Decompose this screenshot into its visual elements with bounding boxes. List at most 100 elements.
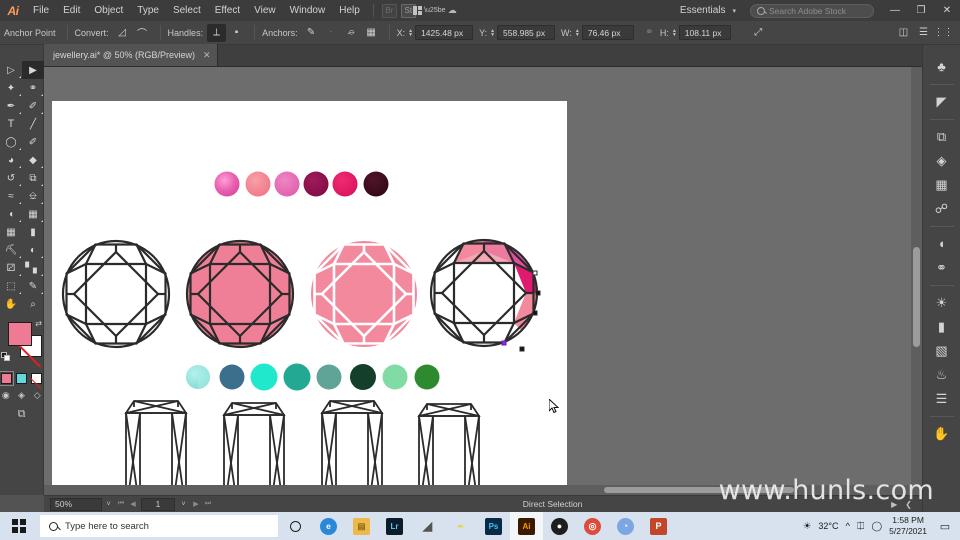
x-spinner[interactable]: ▲ ▼: [408, 28, 413, 37]
taskbar-paint[interactable]: ◓: [444, 512, 477, 540]
pen-tool[interactable]: ✒: [0, 97, 22, 115]
taskbar-browser[interactable]: ◔: [609, 512, 642, 540]
hand-tool[interactable]: ✋: [0, 295, 22, 313]
menu-object[interactable]: Object: [87, 0, 130, 21]
artboards-icon[interactable]: ▦: [928, 173, 956, 196]
draw-normal-icon[interactable]: ◉: [0, 389, 12, 401]
wifi-icon[interactable]: ◯: [872, 521, 883, 532]
direct-selection-tool[interactable]: ▶: [22, 61, 44, 79]
menu-help[interactable]: Help: [332, 0, 367, 21]
taskbar-file-explorer[interactable]: ▤: [345, 512, 378, 540]
x-value[interactable]: 1425.48 px: [415, 25, 474, 40]
menu-effect[interactable]: Effect: [208, 0, 247, 21]
action-center-icon[interactable]: ▭: [934, 512, 956, 540]
swatches-icon[interactable]: ▮: [928, 315, 956, 338]
status-next-icon[interactable]: ▶: [891, 500, 897, 509]
symbol-sprayer-tool[interactable]: ⚂: [0, 259, 22, 277]
h-spinner[interactable]: ▲ ▼: [672, 28, 677, 37]
artboard-dropdown-icon[interactable]: ˅: [177, 501, 190, 508]
taskbar-lightroom[interactable]: Lr: [378, 512, 411, 540]
transform-icon[interactable]: ⤢: [749, 24, 768, 42]
lock-aspect-ratio-icon[interactable]: ⚭: [640, 24, 659, 42]
width-tool[interactable]: ≈: [0, 187, 22, 205]
eraser-tool[interactable]: ◆: [22, 151, 44, 169]
arrange-documents-icon[interactable]: \u25be: [413, 3, 446, 19]
x-position-field[interactable]: X: ▲ ▼ 1425.48 px: [397, 25, 474, 40]
color-swatch-button[interactable]: [0, 371, 14, 386]
ellipse-tool[interactable]: ◯: [0, 133, 22, 151]
y-position-field[interactable]: Y: ▲ ▼ 558.985 px: [479, 25, 556, 40]
chevron-up-icon[interactable]: ^: [845, 521, 849, 532]
cut-path-icon[interactable]: ⌮: [342, 24, 361, 42]
workspace-switcher[interactable]: Essentials ▾: [674, 5, 742, 16]
appearance-icon[interactable]: ☀: [928, 291, 956, 314]
next-artboard-button[interactable]: ▶: [190, 500, 202, 508]
minimize-button[interactable]: —: [882, 0, 908, 21]
first-artboard-button[interactable]: ⏮: [115, 500, 127, 508]
menu-select[interactable]: Select: [166, 0, 208, 21]
bridge-icon[interactable]: Br: [381, 3, 397, 18]
canvas-area[interactable]: [44, 67, 922, 495]
gradient-tool[interactable]: ▮: [22, 223, 44, 241]
menu-file[interactable]: File: [26, 0, 56, 21]
taskbar-search-input[interactable]: Type here to search: [40, 515, 278, 537]
remove-anchor-icon[interactable]: ✎: [302, 24, 321, 42]
menu-view[interactable]: View: [247, 0, 283, 21]
free-transform-tool[interactable]: ⎒: [22, 187, 44, 205]
canvas-vertical-scrollbar[interactable]: [911, 67, 922, 495]
type-tool[interactable]: T: [0, 115, 22, 133]
mesh-tool[interactable]: ▦: [0, 223, 22, 241]
y-spinner[interactable]: ▲ ▼: [490, 28, 495, 37]
zoom-level-field[interactable]: 50%: [50, 497, 102, 511]
lasso-tool[interactable]: ⚭: [22, 79, 44, 97]
current-tool-label[interactable]: Direct Selection: [214, 499, 891, 509]
rotate-tool[interactable]: ↺: [0, 169, 22, 187]
shaper-tool[interactable]: ◕: [0, 151, 22, 169]
taskbar-photoshop[interactable]: Ps: [477, 512, 510, 540]
draw-inside-icon[interactable]: ◇: [31, 389, 43, 401]
connect-anchors-icon[interactable]: ⋅: [322, 24, 341, 42]
status-prev-icon[interactable]: ❮: [905, 500, 912, 509]
maximize-button[interactable]: ❐: [908, 0, 934, 21]
weather-temp[interactable]: 32°C: [818, 521, 838, 531]
taskbar-chrome[interactable]: ◎: [576, 512, 609, 540]
transform-panel-icon[interactable]: ☰: [914, 24, 933, 42]
zoom-tool[interactable]: ⌕: [22, 295, 44, 313]
layers-icon[interactable]: ◈: [928, 149, 956, 172]
menu-window[interactable]: Window: [283, 0, 333, 21]
onedrive-icon[interactable]: ⎅: [857, 521, 865, 532]
close-button[interactable]: ✕: [934, 0, 960, 21]
slice-tool[interactable]: ✎: [22, 277, 44, 295]
artboard[interactable]: [52, 101, 567, 495]
column-graph-tool[interactable]: ▘▖: [22, 259, 44, 277]
taskbar-illustrator[interactable]: Ai: [510, 512, 543, 540]
perspective-grid-tool[interactable]: ▦: [22, 205, 44, 223]
align-panel-icon[interactable]: ◫: [894, 24, 913, 42]
selection-tool[interactable]: ▷: [0, 61, 22, 79]
status-nav-arrows[interactable]: ▶ ❮: [891, 500, 922, 509]
show-handles-icon[interactable]: ⟂: [207, 23, 227, 42]
w-spinner[interactable]: ▲ ▼: [575, 28, 580, 37]
draw-behind-icon[interactable]: ◈: [16, 389, 28, 401]
artboard-tool[interactable]: ⬚: [0, 277, 22, 295]
control-bar-overflow-icon[interactable]: ⋮⋮: [934, 24, 954, 42]
curvature-tool[interactable]: ✐: [22, 97, 44, 115]
align-icon[interactable]: ☰: [928, 387, 956, 410]
y-value[interactable]: 558.985 px: [497, 25, 556, 40]
asset-export-icon[interactable]: ☍: [928, 197, 956, 220]
change-screen-mode-icon[interactable]: ⧉: [0, 408, 43, 421]
scrollbar-thumb[interactable]: [913, 247, 920, 347]
pathfinder-icon[interactable]: ⧉: [928, 125, 956, 148]
blend-tool[interactable]: ◐: [22, 241, 44, 259]
taskbar-bird-app[interactable]: ◢: [411, 512, 444, 540]
close-icon[interactable]: ✕: [203, 50, 211, 61]
eyedropper-tool[interactable]: ⛏: [0, 241, 22, 259]
color-guide-icon[interactable]: ▧: [928, 339, 956, 362]
artboard-number-field[interactable]: 1: [141, 497, 175, 511]
none-swatch-button[interactable]: [31, 373, 42, 384]
paintbrush-tool[interactable]: ✐: [22, 133, 44, 151]
swap-fill-stroke-icon[interactable]: ⇄: [35, 319, 42, 328]
width-field[interactable]: W: ▲ ▼ 76.46 px: [561, 25, 634, 40]
w-value[interactable]: 76.46 px: [581, 25, 634, 40]
document-tab[interactable]: jewellery.ai* @ 50% (RGB/Preview) ✕: [44, 44, 218, 66]
